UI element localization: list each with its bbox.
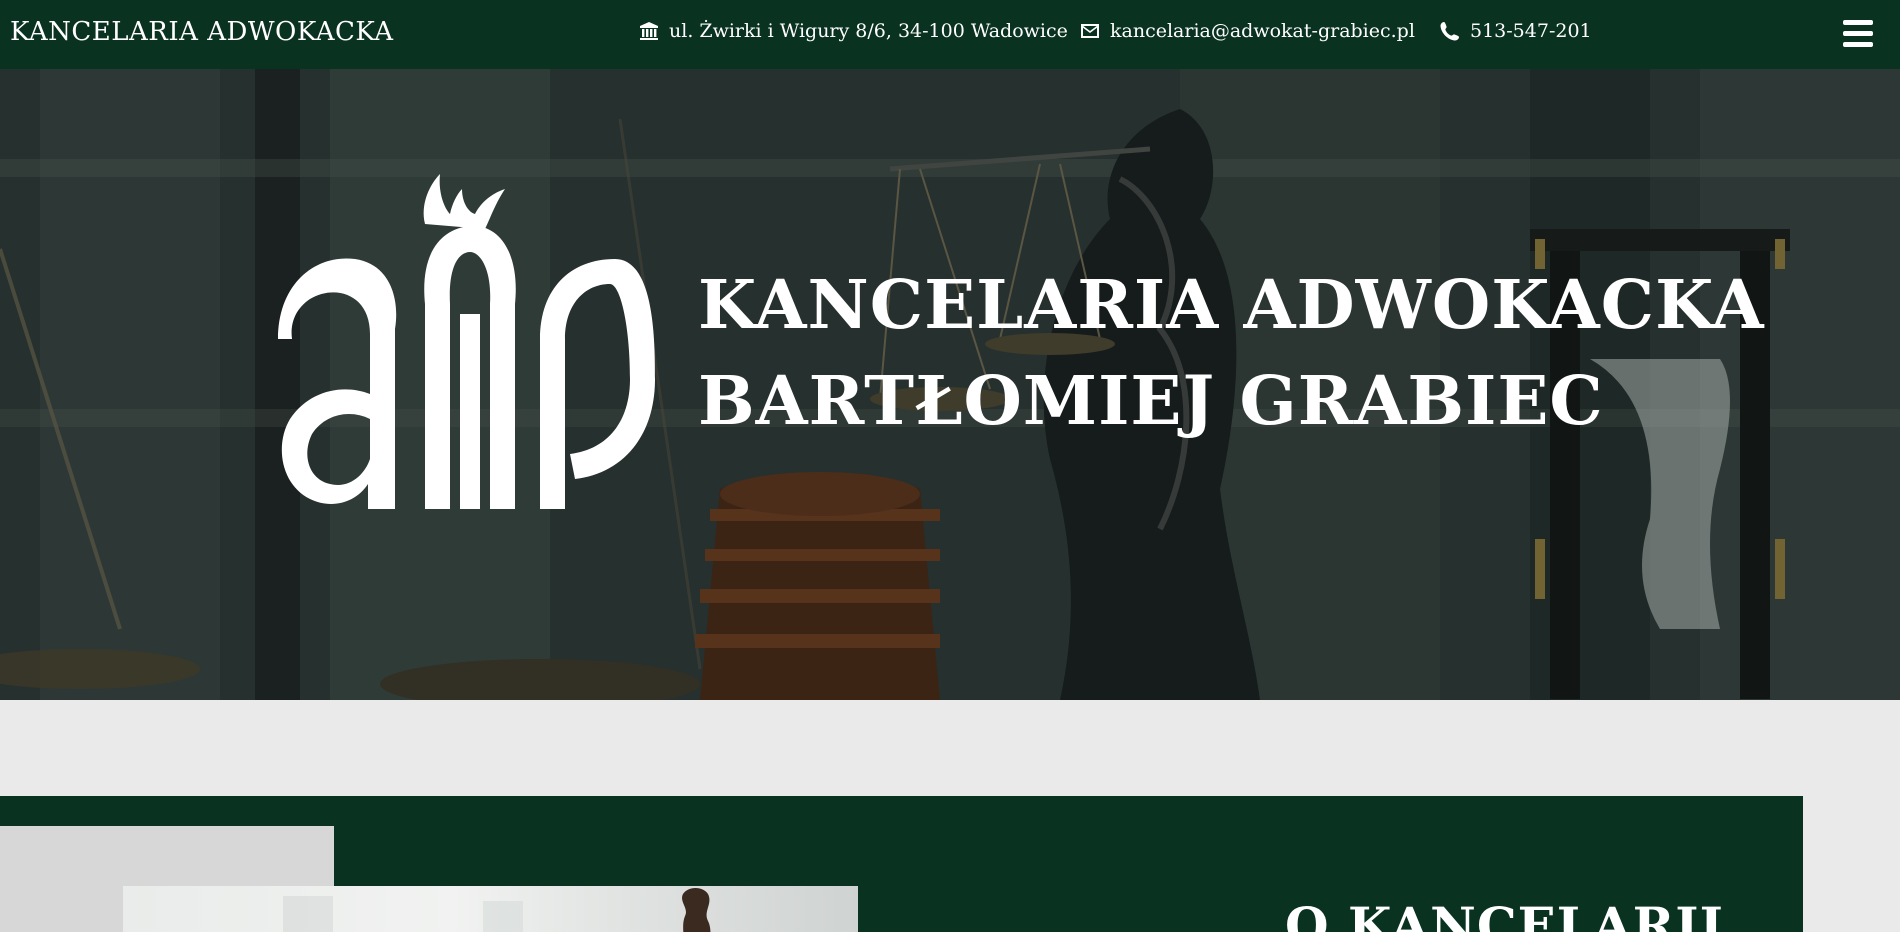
email-link[interactable]: kancelaria@adwokat-grabiec.pl bbox=[1110, 20, 1415, 42]
statue-image bbox=[283, 888, 711, 932]
menu-icon[interactable] bbox=[1843, 20, 1873, 48]
address-text: ul. Żwirki i Wigury 8/6, 34-100 Wadowice bbox=[669, 20, 1068, 42]
email-info[interactable]: kancelaria@adwokat-grabiec.pl bbox=[1080, 20, 1415, 42]
building-icon bbox=[640, 22, 658, 40]
firm-logo bbox=[278, 174, 655, 509]
hero-banner: KANCELARIA ADWOKACKA BARTŁOMIEJ GRABIEC bbox=[0, 69, 1900, 700]
top-bar: KANCELARIA ADWOKACKA ul. Żwirki i Wigury… bbox=[0, 0, 1900, 69]
hero-title-line-2: BARTŁOMIEJ GRABIEC bbox=[698, 361, 1604, 440]
envelope-icon bbox=[1081, 24, 1099, 38]
hero-title: KANCELARIA ADWOKACKA BARTŁOMIEJ GRABIEC bbox=[698, 257, 1765, 449]
about-image bbox=[123, 886, 858, 932]
address-info: ul. Żwirki i Wigury 8/6, 34-100 Wadowice bbox=[639, 20, 1068, 42]
brand-name[interactable]: KANCELARIA ADWOKACKA bbox=[10, 17, 394, 47]
phone-link[interactable]: 513-547-201 bbox=[1470, 20, 1592, 42]
phone-icon bbox=[1440, 22, 1459, 41]
hero-title-line-1: KANCELARIA ADWOKACKA bbox=[698, 265, 1765, 344]
phone-info[interactable]: 513-547-201 bbox=[1440, 20, 1592, 42]
about-title: O KANCELARII bbox=[1285, 896, 1725, 932]
about-section: O KANCELARII bbox=[0, 796, 1803, 932]
